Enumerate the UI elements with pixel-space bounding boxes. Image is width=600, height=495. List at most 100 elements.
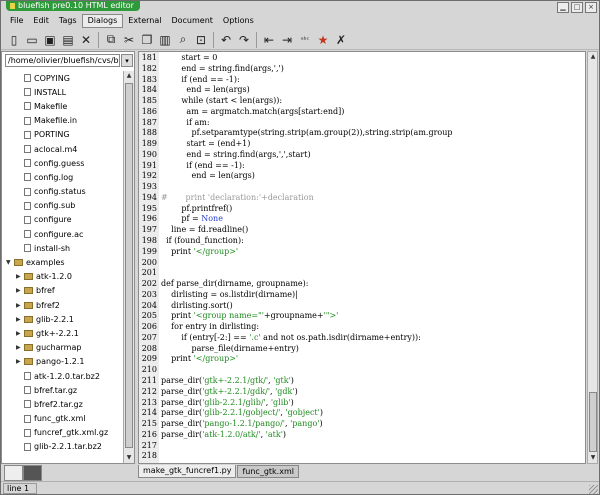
undo-icon[interactable]: ↶: [217, 31, 235, 49]
collapsed-arrow-icon[interactable]: ▶: [16, 302, 24, 309]
open-folder-icon[interactable]: ▭: [23, 31, 41, 49]
paste-icon[interactable]: ▥: [156, 31, 174, 49]
file-item[interactable]: atk-1.2.0.tar.bz2: [2, 369, 123, 383]
chevron-down-icon[interactable]: ▾: [121, 54, 133, 67]
redo-icon[interactable]: ↷: [235, 31, 253, 49]
folder-item[interactable]: ▶ bfref2: [2, 298, 123, 312]
unindent-icon[interactable]: ⇤: [260, 31, 278, 49]
line-number: 200: [141, 257, 157, 267]
find-icon[interactable]: ⌕: [174, 31, 192, 49]
file-item[interactable]: COPYING: [2, 71, 123, 85]
code-token: if (found_function):: [161, 236, 244, 246]
file-icon: [24, 159, 31, 168]
collapsed-arrow-icon[interactable]: ▶: [16, 330, 24, 337]
menu-edit[interactable]: Edit: [28, 15, 54, 27]
file-item[interactable]: install-sh: [2, 241, 123, 255]
scroll-down-icon[interactable]: ▼: [588, 453, 598, 463]
preferences-tools-icon[interactable]: ✗: [332, 31, 350, 49]
file-item[interactable]: bfref2.tar.gz: [2, 397, 123, 411]
line-number: 215: [141, 419, 157, 429]
tree-item-label: bfref.tar.gz: [34, 385, 78, 395]
collapsed-arrow-icon[interactable]: ▶: [16, 316, 24, 323]
copy-window-icon[interactable]: ⧉: [102, 31, 120, 49]
line-number: 189: [141, 139, 157, 149]
file-item[interactable]: config.sub: [2, 199, 123, 213]
document-tab[interactable]: func_gtk.xml: [237, 465, 299, 478]
menu-tags[interactable]: Tags: [54, 15, 82, 27]
file-item[interactable]: Makefile: [2, 99, 123, 113]
line-number: 187: [141, 117, 157, 127]
folder-item[interactable]: ▶ pango-1.2.1: [2, 355, 123, 369]
file-item[interactable]: PORTING: [2, 128, 123, 142]
file-icon: [24, 74, 31, 83]
file-item[interactable]: Makefile.in: [2, 114, 123, 128]
minimize-icon[interactable]: ▁: [557, 2, 569, 13]
functions-tab-icon[interactable]: [23, 465, 42, 481]
spellcheck-icon[interactable]: ᵃᵇᶜ: [296, 31, 314, 49]
tree-item-label: config.sub: [34, 201, 76, 211]
tree-item-label: config.guess: [34, 158, 85, 168]
close-window-icon[interactable]: ×: [585, 2, 597, 13]
menu-dialogs[interactable]: Dialogs: [81, 14, 124, 28]
path-combobox[interactable]: /home/olivier/bluefish/cvs/bluef: [5, 54, 120, 67]
file-item[interactable]: configure: [2, 213, 123, 227]
file-tree-scroll-thumb[interactable]: [125, 83, 133, 448]
cut-icon[interactable]: ✂: [120, 31, 138, 49]
scroll-up-icon[interactable]: ▲: [124, 71, 134, 81]
tree-item-label: func_gtk.xml: [34, 414, 86, 424]
collapsed-arrow-icon[interactable]: ▶: [16, 344, 24, 351]
collapsed-arrow-icon[interactable]: ▶: [16, 358, 24, 365]
file-icon: [24, 102, 31, 111]
file-item[interactable]: aclocal.m4: [2, 142, 123, 156]
folder-item[interactable]: ▼ examples: [2, 255, 123, 269]
indent-icon[interactable]: ⇥: [278, 31, 296, 49]
editor-scroll-thumb[interactable]: [589, 392, 597, 452]
save-icon[interactable]: ▣: [41, 31, 59, 49]
scroll-down-icon[interactable]: ▼: [124, 453, 134, 463]
menu-file[interactable]: File: [5, 15, 28, 27]
code-line: 200: [139, 258, 585, 269]
folder-item[interactable]: ▶ atk-1.2.0: [2, 270, 123, 284]
file-item[interactable]: funcref_gtk.xml.gz: [2, 426, 123, 440]
filebrowser-tab-icon[interactable]: [4, 465, 23, 481]
window-title-pill[interactable]: bluefish pre0.10 HTML editor: [6, 1, 140, 11]
editor-scrollbar[interactable]: ▲ ▼: [587, 51, 598, 464]
bookmark-star-icon[interactable]: ★: [314, 31, 332, 49]
save-as-icon[interactable]: ▤: [59, 31, 77, 49]
file-item[interactable]: bfref.tar.gz: [2, 383, 123, 397]
menu-document[interactable]: Document: [166, 15, 217, 27]
file-item[interactable]: config.status: [2, 185, 123, 199]
maximize-icon[interactable]: □: [571, 2, 583, 13]
find-replace-icon[interactable]: ⊡: [192, 31, 210, 49]
title-bar[interactable]: bluefish pre0.10 HTML editor ▁ □ ×: [1, 1, 599, 13]
file-item[interactable]: glib-2.2.1.tar.bz2: [2, 440, 123, 454]
folder-item[interactable]: ▶ gtk+-2.2.1: [2, 326, 123, 340]
code-token: if (entry[-2:] ==: [161, 332, 250, 342]
code-line: 205 print '<group name="'+groupname+'">': [139, 311, 585, 322]
document-tab[interactable]: make_gtk_funcref1.py: [138, 465, 237, 478]
close-icon[interactable]: ✕: [77, 31, 95, 49]
new-file-icon[interactable]: ▯: [5, 31, 23, 49]
folder-item[interactable]: ▶ bfref: [2, 284, 123, 298]
collapsed-arrow-icon[interactable]: ▶: [16, 287, 24, 294]
file-item[interactable]: configure.ac: [2, 227, 123, 241]
file-item[interactable]: config.guess: [2, 156, 123, 170]
folder-item[interactable]: ▶ glib-2.2.1: [2, 312, 123, 326]
menu-options[interactable]: Options: [218, 15, 259, 27]
file-item[interactable]: func_gtk.xml: [2, 412, 123, 426]
file-item[interactable]: config.log: [2, 170, 123, 184]
file-item[interactable]: INSTALL: [2, 85, 123, 99]
resize-grip-icon[interactable]: [589, 485, 598, 494]
code-token: line = fd.readline(): [161, 225, 249, 235]
code-line: 182 end = string.find(args,','): [139, 64, 585, 75]
file-tree-scrollbar[interactable]: ▲ ▼: [123, 71, 134, 463]
code-line: 185 while (start < len(args)):: [139, 96, 585, 107]
folder-item[interactable]: ▶ gucharmap: [2, 341, 123, 355]
scroll-up-icon[interactable]: ▲: [588, 52, 598, 62]
code-editor[interactable]: 181 start = 0 182 end = string.find(args,…: [138, 51, 586, 464]
collapsed-arrow-icon[interactable]: ▶: [16, 273, 24, 280]
copy-icon[interactable]: ❐: [138, 31, 156, 49]
app-icon: [10, 2, 15, 9]
menu-external[interactable]: External: [123, 15, 166, 27]
expanded-arrow-icon[interactable]: ▼: [6, 259, 14, 266]
